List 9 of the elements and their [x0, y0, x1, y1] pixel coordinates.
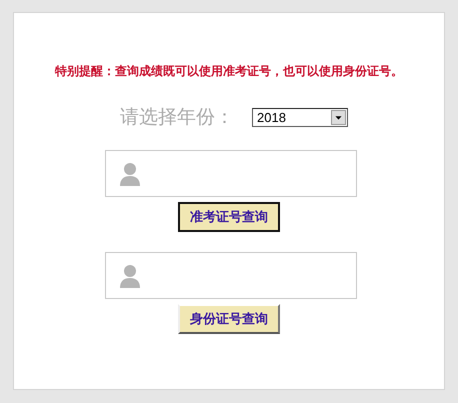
user-icon: [119, 264, 141, 288]
query-button[interactable]: 身份证号查询: [178, 304, 280, 334]
notice-text: 特别提醒：查询成绩既可以使用准考证号，也可以使用身份证号。: [55, 63, 403, 80]
year-label: 请选择年份：: [120, 105, 234, 130]
query-button[interactable]: 准考证号查询: [178, 202, 280, 232]
input-field[interactable]: [105, 252, 357, 299]
year-select[interactable]: 2018: [252, 108, 348, 126]
user-icon: [119, 162, 141, 186]
input-field[interactable]: [105, 150, 357, 197]
